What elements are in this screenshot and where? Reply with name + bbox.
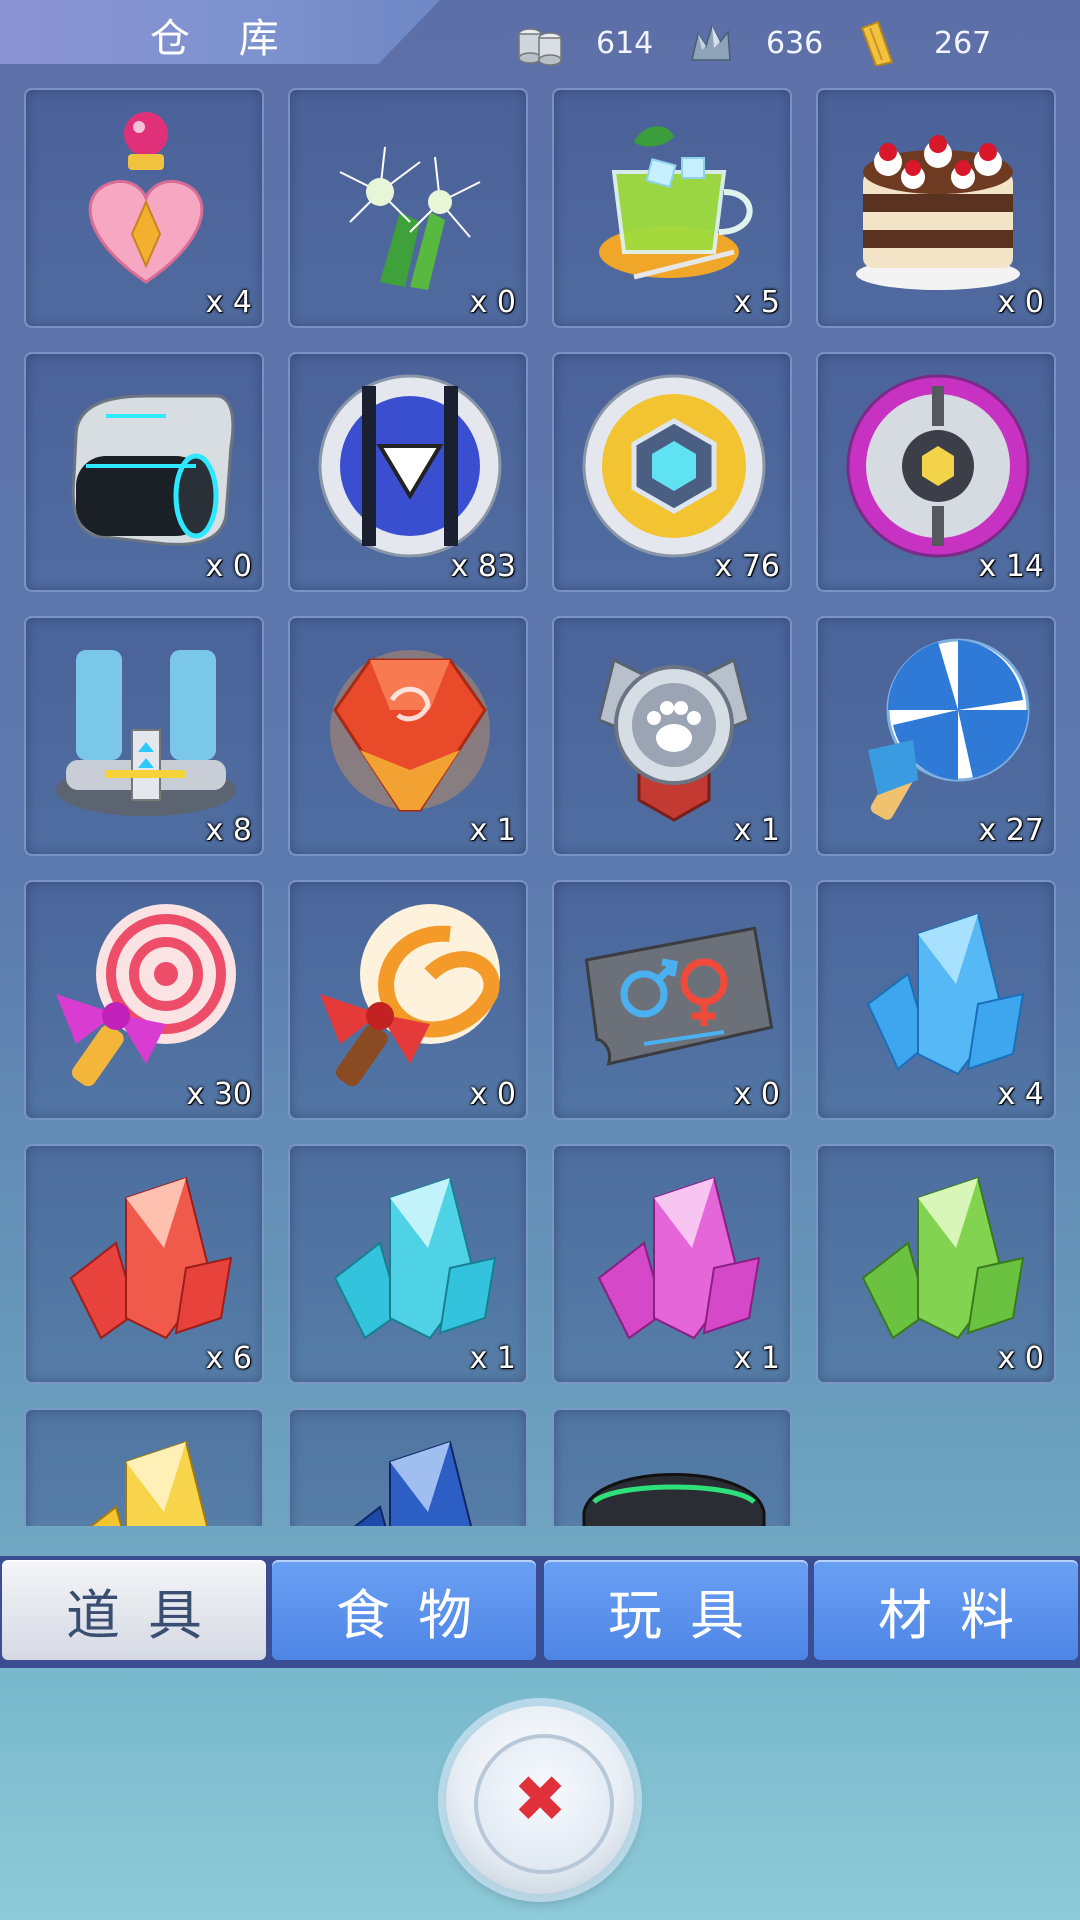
item-quantity: x 5	[733, 285, 780, 320]
item-slot-mint-tea[interactable]: x 5	[552, 88, 792, 328]
item-quantity: x 0	[997, 285, 1044, 320]
item-quantity: x 4	[205, 285, 252, 320]
tab-materials[interactable]: 材料	[814, 1560, 1078, 1660]
item-slot-goggles[interactable]	[552, 1408, 792, 1526]
item-quantity: x 4	[997, 1077, 1044, 1112]
item-slot-dark-blue-crystal[interactable]	[288, 1408, 528, 1526]
item-quantity: x 14	[978, 549, 1044, 584]
item-quantity: x 0	[205, 549, 252, 584]
resource-wood-value: 267	[934, 25, 992, 61]
header: 仓 库 614 636 267	[0, 0, 1080, 86]
item-slot-yellow-crystal[interactable]	[24, 1408, 264, 1526]
magenta-crystal-icon	[597, 1176, 761, 1340]
item-quantity: x 1	[469, 1341, 516, 1376]
item-slot-incubator[interactable]: x 8	[24, 616, 264, 856]
item-quantity: x 30	[186, 1077, 252, 1112]
item-slot-pink-lollipop[interactable]: x 30	[24, 880, 264, 1120]
item-slot-purple-capsule[interactable]: x 14	[816, 352, 1056, 592]
pink-lollipop-icon	[56, 904, 236, 1087]
wood-plank-icon	[860, 20, 894, 66]
tab-materials-label: 材料	[878, 1583, 1042, 1647]
close-icon: ✖	[513, 1763, 567, 1837]
blue-crystal-icon	[866, 912, 1025, 1076]
item-slot-red-crystal[interactable]: x 6	[24, 1144, 264, 1384]
tab-items[interactable]: 道具	[2, 1560, 266, 1660]
blue-swirl-candy-icon	[868, 638, 1030, 820]
tab-toys-label: 玩具	[608, 1583, 772, 1647]
item-slot-blue-swirl-candy[interactable]: x 27	[816, 616, 1056, 856]
item-slot-magenta-crystal[interactable]: x 1	[552, 1144, 792, 1384]
page-title: 仓 库	[150, 16, 297, 62]
item-slot-cyan-crystal[interactable]: x 1	[288, 1144, 528, 1384]
tab-food[interactable]: 食物	[272, 1560, 536, 1660]
resource-crystal-ore: 636	[684, 18, 823, 68]
resource-wood: 267	[852, 18, 991, 68]
item-quantity: x 0	[469, 1077, 516, 1112]
goggles-icon	[582, 1473, 766, 1526]
cyan-crystal-icon	[333, 1176, 497, 1340]
dark-blue-crystal-icon	[353, 1440, 473, 1526]
item-slot-orange-lollipop[interactable]: x 0	[288, 880, 528, 1120]
crystal-ore-icon	[691, 23, 731, 61]
item-slot-green-crystal[interactable]: x 0	[816, 1144, 1056, 1384]
item-slot-blue-crystal[interactable]: x 4	[816, 880, 1056, 1120]
incubator-machine-icon	[56, 650, 236, 816]
yellow-crystal-icon	[89, 1440, 209, 1526]
inventory-grid: x 4 x 0 x 5 x 0 x 0 x 83 x 76 x 14 x 8 x…	[24, 88, 1056, 1526]
cans-icon	[518, 28, 562, 66]
inventory-scroll-area[interactable]: x 4 x 0 x 5 x 0 x 0 x 83 x 76 x 14 x 8 x…	[0, 86, 1080, 1526]
item-quantity: x 27	[978, 813, 1044, 848]
item-slot-paw-medal[interactable]: x 1	[552, 616, 792, 856]
tab-toys[interactable]: 玩具	[544, 1560, 808, 1660]
item-slot-dandelion[interactable]: x 0	[288, 88, 528, 328]
orange-lollipop-icon	[320, 904, 500, 1087]
gold-capsule-ball-icon	[582, 374, 766, 558]
item-quantity: x 0	[733, 1077, 780, 1112]
item-quantity: x 0	[469, 285, 516, 320]
item-quantity: x 0	[997, 1341, 1044, 1376]
tab-food-label: 食物	[336, 1583, 500, 1647]
mint-tea-icon	[599, 126, 753, 280]
blue-capsule-ball-icon	[318, 374, 502, 558]
paw-medal-icon	[597, 657, 751, 822]
item-slot-red-gem[interactable]: x 1	[288, 616, 528, 856]
item-slot-blue-capsule[interactable]: x 83	[288, 352, 528, 592]
heart-potion-icon	[88, 112, 204, 284]
resource-cans-value: 614	[596, 25, 654, 61]
resource-cans: 614	[514, 18, 653, 68]
resource-crystal-ore-value: 636	[766, 25, 824, 61]
item-quantity: x 1	[469, 813, 516, 848]
cherry-cake-icon	[856, 135, 1020, 290]
green-crystal-icon	[861, 1176, 1025, 1340]
category-tabs: 道具 食物 玩具 材料	[0, 1556, 1080, 1668]
item-quantity: x 83	[450, 549, 516, 584]
tab-items-label: 道具	[66, 1583, 230, 1647]
tech-device-icon	[71, 394, 235, 546]
dandelion-icon	[339, 146, 481, 290]
item-quantity: x 1	[733, 1341, 780, 1376]
item-slot-heart-potion[interactable]: x 4	[24, 88, 264, 328]
item-quantity: x 1	[733, 813, 780, 848]
item-quantity: x 76	[714, 549, 780, 584]
item-slot-tech-device[interactable]: x 0	[24, 352, 264, 592]
item-quantity: x 8	[205, 813, 252, 848]
red-crystal-icon	[69, 1176, 233, 1340]
item-quantity: x 6	[205, 1341, 252, 1376]
item-slot-cherry-cake[interactable]: x 0	[816, 88, 1056, 328]
item-slot-gold-capsule[interactable]: x 76	[552, 352, 792, 592]
item-slot-gender-ticket[interactable]: x 0	[552, 880, 792, 1120]
gender-ticket-icon	[584, 926, 774, 1066]
purple-capsule-ball-icon	[846, 374, 1030, 558]
red-gem-icon	[330, 650, 490, 812]
close-button[interactable]: ✖	[446, 1706, 634, 1894]
